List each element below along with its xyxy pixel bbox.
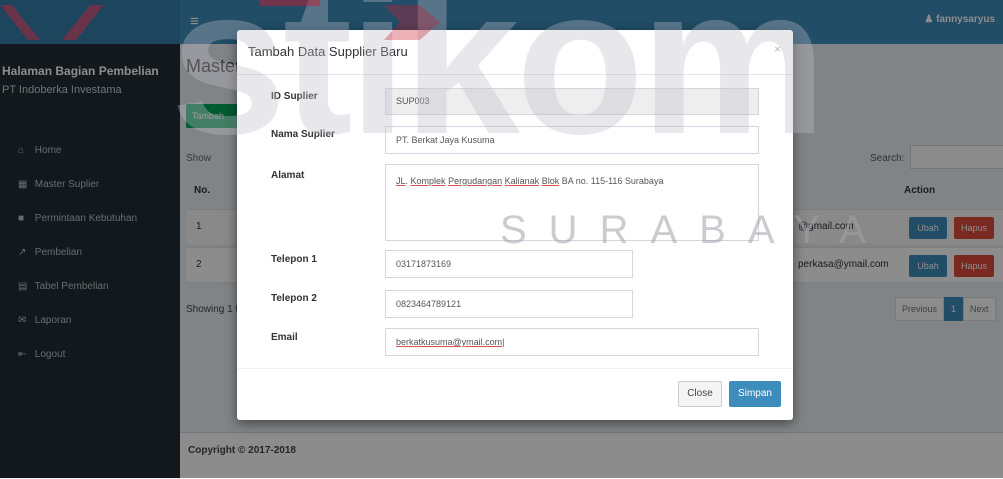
alamat-label: Alamat: [271, 170, 305, 181]
modal-title: Tambah Data Supplier Baru: [248, 44, 408, 59]
modal-footer-divider: [237, 368, 793, 369]
modal-divider: [237, 74, 793, 75]
telepon2-field[interactable]: 0823464789121: [385, 290, 633, 318]
telepon1-field[interactable]: 03171873169: [385, 250, 633, 278]
nama-suplier-label: Nama Suplier: [271, 129, 335, 140]
add-supplier-modal: Tambah Data Supplier Baru × ID Suplier S…: [237, 30, 793, 420]
close-icon[interactable]: ×: [774, 42, 781, 56]
close-button[interactable]: Close: [678, 381, 722, 407]
save-button[interactable]: Simpan: [729, 381, 781, 407]
email-field[interactable]: berkatkusuma@ymail.com|: [385, 328, 759, 356]
id-suplier-label: ID Suplier: [271, 91, 318, 102]
telepon2-label: Telepon 2: [271, 293, 317, 304]
email-label: Email: [271, 332, 298, 343]
id-suplier-field: SUP003: [385, 88, 759, 115]
alamat-textarea[interactable]: JL. Komplek Pergudangan Kalianak Blok BA…: [385, 164, 759, 241]
nama-suplier-field[interactable]: PT. Berkat Jaya Kusuma: [385, 126, 759, 154]
telepon1-label: Telepon 1: [271, 254, 317, 265]
